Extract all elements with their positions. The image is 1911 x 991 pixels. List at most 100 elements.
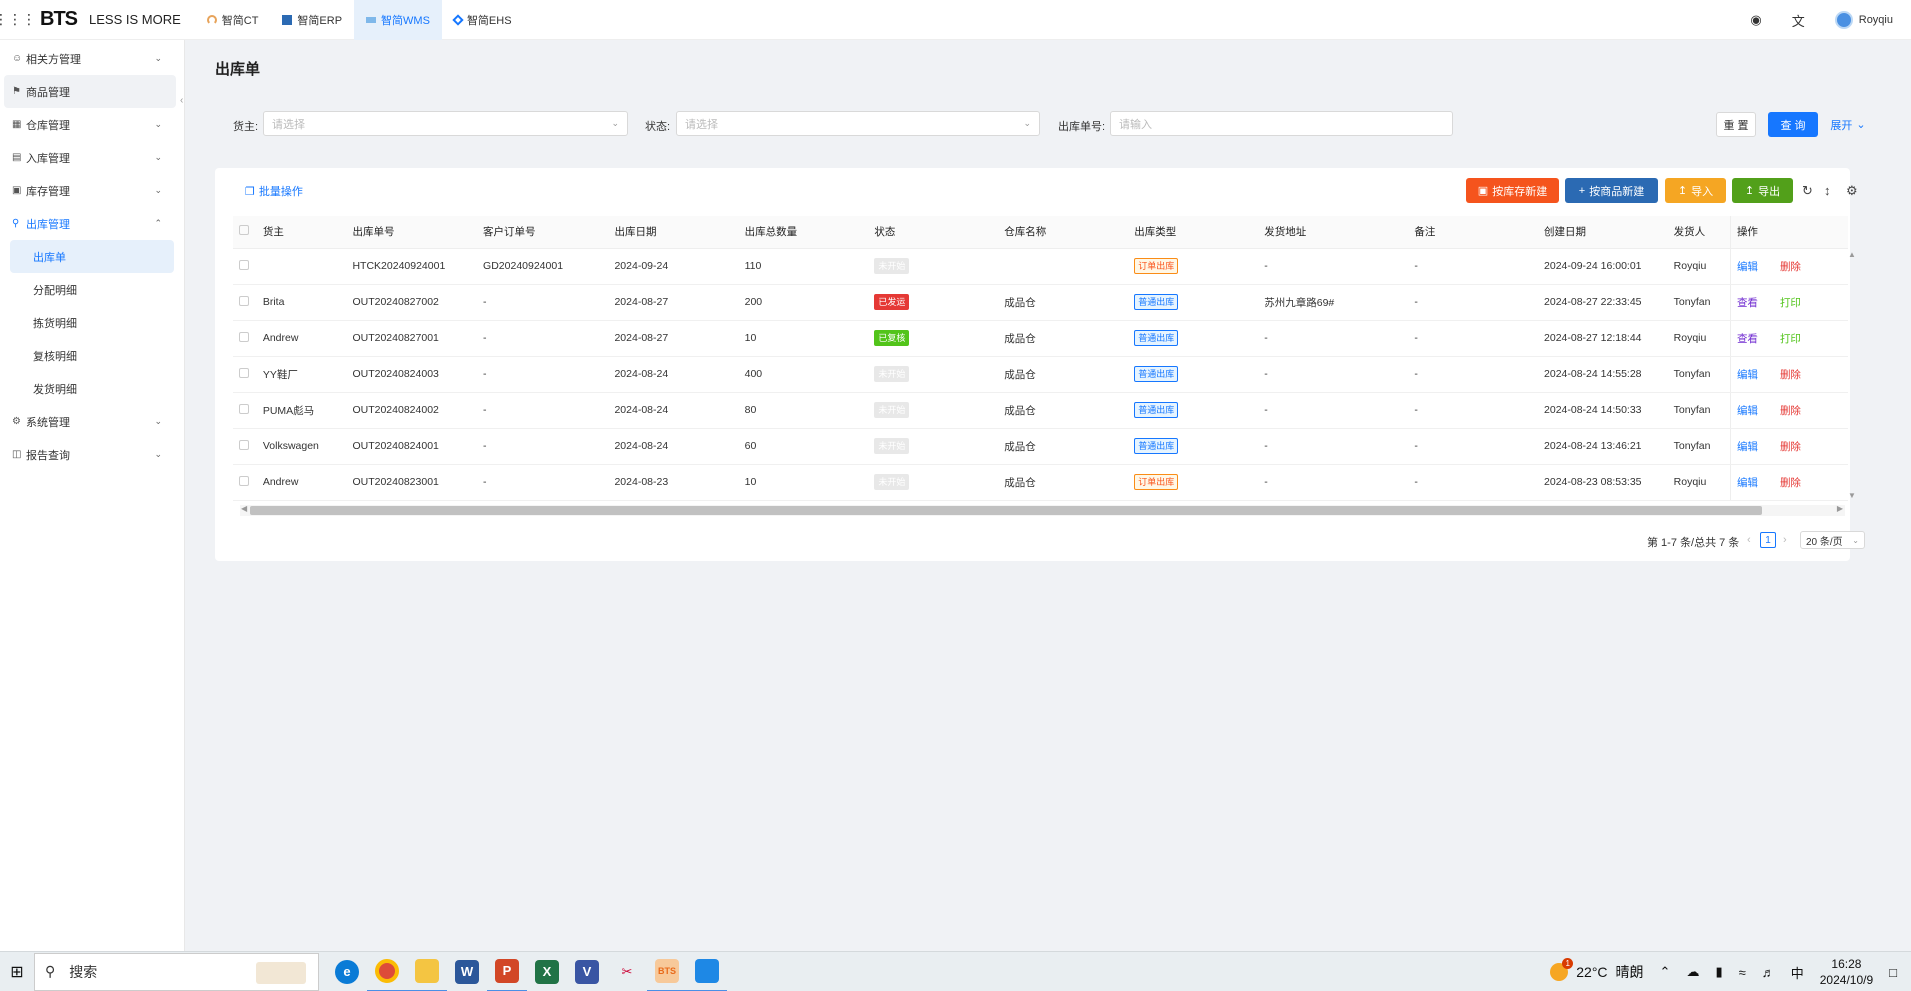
owner-select[interactable]: 请选择 ⌄: [263, 111, 628, 136]
chevron-up-icon[interactable]: ⌃: [1660, 964, 1671, 980]
app-grid-icon[interactable]: ⋮⋮⋮: [0, 0, 36, 40]
row-select-cell[interactable]: [233, 464, 263, 501]
view-link[interactable]: 查看: [1737, 333, 1758, 345]
app-tab-erp[interactable]: 智简ERP: [270, 0, 354, 40]
table-row[interactable]: YY鞋厂 OUT20240824003-2024-08-24 400 未开始 成品仓 普通…: [233, 356, 1848, 393]
select-all-cell[interactable]: [233, 216, 263, 249]
wifi-icon[interactable]: ≈: [1739, 965, 1746, 980]
print-link[interactable]: 打印: [1780, 297, 1801, 309]
ime-indicator[interactable]: 中: [1791, 963, 1804, 982]
bts-app-icon[interactable]: BTS: [647, 952, 687, 991]
row-checkbox[interactable]: [239, 367, 249, 378]
volume-icon[interactable]: ♬: [1762, 965, 1775, 980]
sidebar-item-outbound[interactable]: ⚲ 出库管理 ⌃: [0, 207, 184, 240]
create-by-stock-button[interactable]: ▣ 按库存新建: [1466, 178, 1559, 203]
scroll-up-icon[interactable]: ▲: [1848, 250, 1856, 259]
order-no-input[interactable]: 请输入: [1110, 111, 1453, 136]
status-select[interactable]: 请选择 ⌄: [676, 111, 1040, 136]
select-all-checkbox[interactable]: [239, 225, 249, 236]
row-select-cell[interactable]: [233, 320, 263, 357]
word-icon[interactable]: W: [447, 952, 487, 991]
delete-link[interactable]: 删除: [1780, 369, 1801, 381]
table-row[interactable]: Brita OUT20240827002-2024-08-27 200 已发运 成品仓普…: [233, 284, 1848, 321]
page-size-select[interactable]: 20 条/页 ⌄: [1800, 531, 1865, 549]
table-row[interactable]: PUMA彪马 OUT20240824002-2024-08-24 80 未开始 成品仓普…: [233, 392, 1848, 429]
delete-link[interactable]: 删除: [1780, 441, 1801, 453]
table-row[interactable]: HTCK20240924001 GD20240924001 2024-09-24 11…: [233, 248, 1848, 285]
edit-link[interactable]: 编辑: [1737, 369, 1758, 381]
row-select-cell[interactable]: [233, 428, 263, 465]
scrollbar-thumb[interactable]: [250, 506, 1762, 515]
view-link[interactable]: 查看: [1737, 297, 1758, 309]
visio-icon[interactable]: V: [567, 952, 607, 991]
collapse-sidebar-icon[interactable]: ‹: [180, 95, 183, 106]
delete-link[interactable]: 删除: [1780, 477, 1801, 489]
table-row[interactable]: Volkswagen OUT20240824001-2024-08-24 60 未开始…: [233, 428, 1848, 465]
powerpoint-icon[interactable]: P: [487, 952, 527, 991]
scroll-down-icon[interactable]: ▼: [1848, 491, 1856, 500]
snipping-tool-icon[interactable]: ✂: [607, 952, 647, 991]
create-by-goods-button[interactable]: + 按商品新建: [1565, 178, 1658, 203]
sidebar-item-goods[interactable]: ⚑ 商品管理: [4, 75, 176, 108]
import-button[interactable]: ↥ 导入: [1665, 178, 1726, 203]
battery-icon[interactable]: ▮: [1715, 964, 1722, 980]
row-checkbox[interactable]: [239, 475, 249, 486]
horizontal-scrollbar[interactable]: ◀ ▶: [240, 504, 1845, 516]
user-menu[interactable]: Royqiu: [1834, 11, 1893, 29]
edge-icon[interactable]: e: [327, 952, 367, 991]
export-button[interactable]: ↥ 导出: [1732, 178, 1793, 203]
app-tab-wms[interactable]: 智简WMS: [354, 0, 442, 40]
batch-operation-button[interactable]: ❐ 批量操作: [245, 183, 303, 199]
refresh-icon[interactable]: ↻: [1802, 183, 1813, 199]
row-select-cell[interactable]: [233, 284, 263, 321]
query-button[interactable]: 查 询: [1768, 112, 1818, 137]
app-tab-ehs[interactable]: 智简EHS: [442, 0, 524, 40]
reset-button[interactable]: 重 置: [1716, 112, 1756, 137]
chrome-icon[interactable]: [367, 952, 407, 991]
settings-icon[interactable]: ⚙: [1846, 183, 1858, 199]
row-select-cell[interactable]: [233, 392, 263, 429]
page-1-button[interactable]: 1: [1760, 532, 1776, 548]
sidebar-subitem-shipping[interactable]: 发货明细: [0, 372, 184, 405]
wechat-icon[interactable]: ◉: [1750, 12, 1761, 28]
excel-icon[interactable]: X: [527, 952, 567, 991]
scroll-left-icon[interactable]: ◀: [241, 504, 247, 513]
row-select-cell[interactable]: [233, 356, 263, 393]
edit-link[interactable]: 编辑: [1737, 441, 1758, 453]
row-checkbox[interactable]: [239, 403, 249, 414]
weather-widget[interactable]: 1 22°C 晴朗: [1550, 958, 1644, 982]
sidebar-subitem-review[interactable]: 复核明细: [0, 339, 184, 372]
delete-link[interactable]: 删除: [1780, 261, 1801, 273]
row-checkbox[interactable]: [239, 439, 249, 450]
next-page-icon[interactable]: ›: [1783, 534, 1787, 546]
app-tab-ct[interactable]: 智简CT: [195, 0, 271, 40]
sidebar-item-warehouse[interactable]: ▦ 仓库管理 ⌄: [0, 108, 184, 141]
translate-icon[interactable]: 文: [1792, 11, 1805, 30]
row-checkbox[interactable]: [239, 259, 249, 270]
row-checkbox[interactable]: [239, 331, 249, 342]
onedrive-icon[interactable]: ☁: [1686, 964, 1699, 980]
sidebar-subitem-picking[interactable]: 拣货明细: [0, 306, 184, 339]
scroll-right-icon[interactable]: ▶: [1837, 504, 1843, 513]
prev-page-icon[interactable]: ‹: [1747, 534, 1751, 546]
photos-icon[interactable]: [687, 952, 727, 991]
sidebar-item-report[interactable]: ◫ 报告查询 ⌄: [0, 438, 184, 471]
expand-button[interactable]: 展开 ⌄: [1826, 112, 1870, 137]
notification-icon[interactable]: □: [1889, 965, 1897, 980]
vertical-scrollbar[interactable]: ▲ ▼: [1848, 250, 1858, 500]
edit-link[interactable]: 编辑: [1737, 261, 1758, 273]
windows-start-icon[interactable]: ⊞: [0, 952, 34, 991]
table-row[interactable]: Andrew OUT20240823001-2024-08-23 10 未开始 成品仓订…: [233, 464, 1848, 501]
sidebar-subitem-outbound-order[interactable]: 出库单: [10, 240, 174, 273]
file-explorer-icon[interactable]: [407, 952, 447, 991]
clock[interactable]: 16:28 2024/10/9: [1820, 956, 1873, 988]
sidebar-item-partners[interactable]: ☺ 相关方管理 ⌄: [0, 42, 184, 75]
sidebar-item-inventory[interactable]: ▣ 库存管理 ⌄: [0, 174, 184, 207]
row-checkbox[interactable]: [239, 295, 249, 306]
sidebar-subitem-allocation[interactable]: 分配明细: [0, 273, 184, 306]
delete-link[interactable]: 删除: [1780, 405, 1801, 417]
sidebar-item-inbound[interactable]: ▤ 入库管理 ⌄: [0, 141, 184, 174]
taskbar-search[interactable]: ⚲ 搜索: [34, 952, 319, 991]
edit-link[interactable]: 编辑: [1737, 405, 1758, 417]
table-row[interactable]: Andrew OUT20240827001-2024-08-27 10 已复核 成品仓普…: [233, 320, 1848, 357]
